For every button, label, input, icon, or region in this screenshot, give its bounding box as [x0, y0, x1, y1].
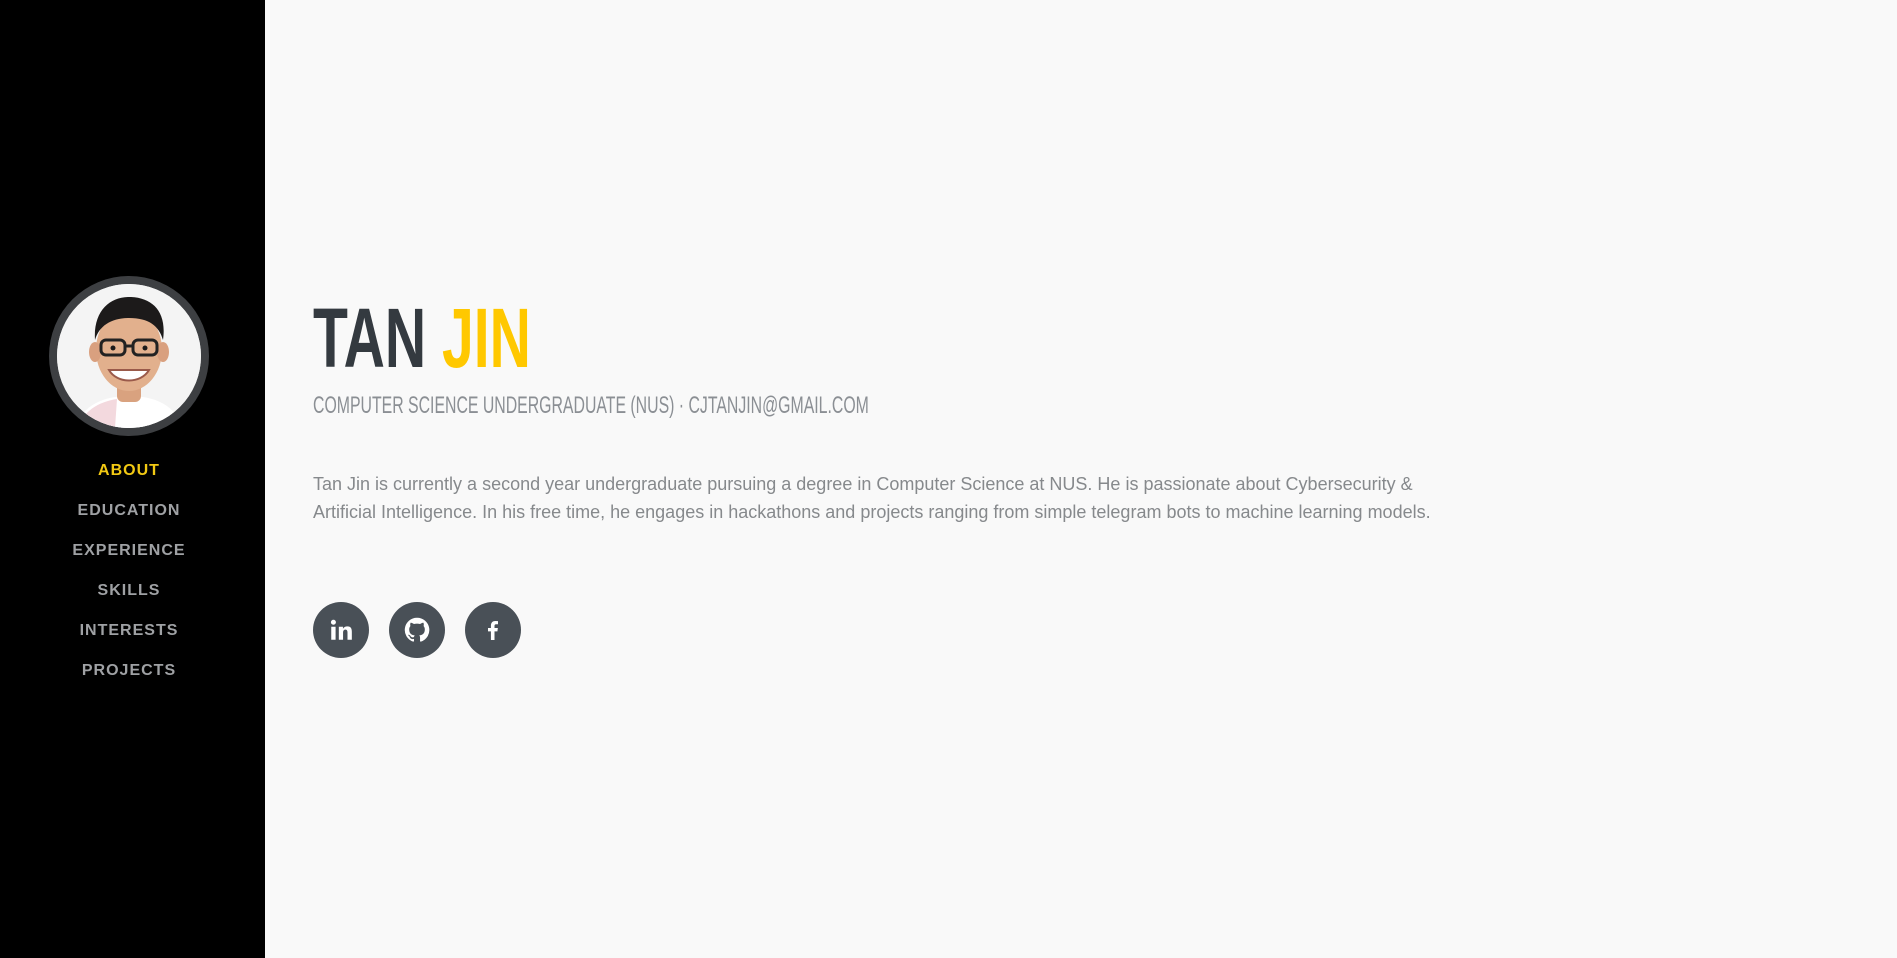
profile-photo [57, 284, 201, 428]
avatar[interactable] [49, 276, 209, 436]
page-title: TAN JIN [313, 296, 531, 380]
nav-item-skills[interactable]: SKILLS [0, 580, 258, 620]
subheading: COMPUTER SCIENCE UNDERGRADUATE (NUS) · C… [313, 392, 869, 419]
first-name: TAN [313, 291, 427, 385]
nav-item-education[interactable]: EDUCATION [0, 500, 258, 540]
sidebar: ABOUT EDUCATION EXPERIENCE SKILLS INTERE… [0, 0, 265, 958]
profile-photo-illustration [57, 284, 201, 428]
github-icon [404, 617, 430, 642]
linkedin-icon [330, 619, 352, 640]
github-link[interactable] [389, 602, 445, 658]
bio-text: Tan Jin is currently a second year under… [313, 474, 1431, 522]
social-links [313, 602, 521, 658]
linkedin-link[interactable] [313, 602, 369, 658]
facebook-icon [488, 621, 498, 640]
nav-item-experience[interactable]: EXPERIENCE [0, 540, 258, 580]
nav-item-about[interactable]: ABOUT [0, 460, 258, 500]
nav-item-interests[interactable]: INTERESTS [0, 620, 258, 660]
sidebar-nav: ABOUT EDUCATION EXPERIENCE SKILLS INTERE… [0, 460, 258, 700]
nav-item-projects[interactable]: PROJECTS [0, 660, 258, 700]
facebook-link[interactable] [465, 602, 521, 658]
last-name: JIN [442, 291, 531, 385]
